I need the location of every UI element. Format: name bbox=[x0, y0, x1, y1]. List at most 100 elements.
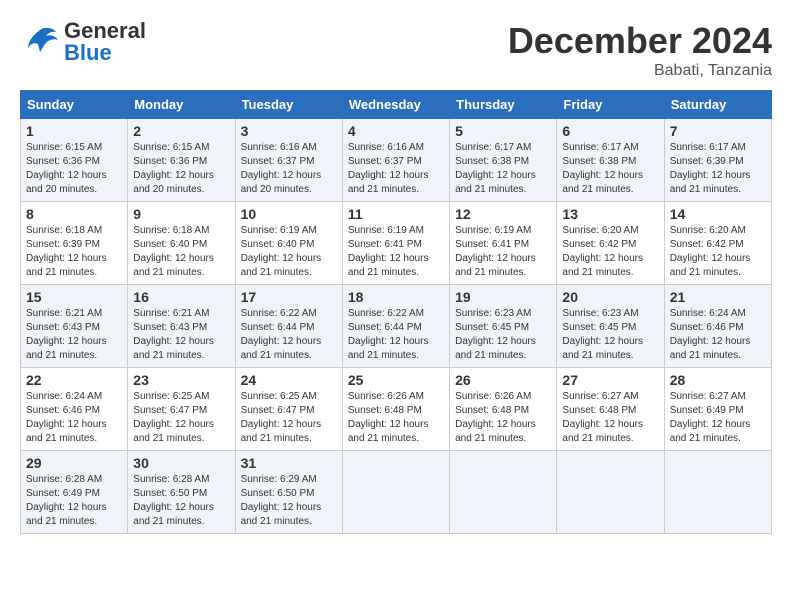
day-info: Sunrise: 6:15 AM Sunset: 6:36 PM Dayligh… bbox=[26, 141, 122, 197]
day-number: 2 bbox=[133, 123, 229, 139]
day-of-week-header: Sunday bbox=[21, 91, 128, 119]
day-number: 21 bbox=[670, 289, 766, 305]
day-number: 28 bbox=[670, 372, 766, 388]
calendar-cell: 29Sunrise: 6:28 AM Sunset: 6:49 PM Dayli… bbox=[21, 451, 128, 534]
calendar-cell: 31Sunrise: 6:29 AM Sunset: 6:50 PM Dayli… bbox=[235, 451, 342, 534]
day-of-week-header: Thursday bbox=[450, 91, 557, 119]
day-info: Sunrise: 6:27 AM Sunset: 6:48 PM Dayligh… bbox=[562, 390, 658, 446]
month-title: December 2024 bbox=[508, 20, 772, 62]
location-title: Babati, Tanzania bbox=[508, 62, 772, 80]
calendar-cell: 8 Sunrise: 6:18 AM Sunset: 6:39 PM Daylig… bbox=[21, 202, 128, 285]
calendar-cell: 9 Sunrise: 6:18 AM Sunset: 6:40 PM Daylig… bbox=[128, 202, 235, 285]
day-number: 18 bbox=[348, 289, 444, 305]
calendar-cell: 30 Sunrise: 6:28 AM Sunset: 6:50 PM Dayli… bbox=[128, 451, 235, 534]
day-info: Sunrise: 6:23 AM Sunset: 6:45 PM Dayligh… bbox=[562, 307, 658, 363]
day-of-week-header: Friday bbox=[557, 91, 664, 119]
day-number: 22 bbox=[26, 372, 122, 388]
day-number: 27 bbox=[562, 372, 658, 388]
day-info: Sunrise: 6:22 AM Sunset: 6:44 PM Dayligh… bbox=[241, 307, 337, 363]
day-of-week-header: Saturday bbox=[664, 91, 771, 119]
day-info: Sunrise: 6:18 AM Sunset: 6:40 PM Dayligh… bbox=[133, 224, 229, 280]
day-number: 3 bbox=[241, 123, 337, 139]
calendar-cell: 13 Sunrise: 6:20 AM Sunset: 6:42 PM Dayli… bbox=[557, 202, 664, 285]
day-number: 30 bbox=[133, 455, 229, 471]
day-info: Sunrise: 6:21 AM Sunset: 6:43 PM Dayligh… bbox=[26, 307, 122, 363]
day-number: 31 bbox=[241, 455, 337, 471]
calendar-cell: 5Sunrise: 6:17 AM Sunset: 6:38 PM Daylig… bbox=[450, 119, 557, 202]
title-block: December 2024 Babati, Tanzania bbox=[508, 20, 772, 80]
day-info: Sunrise: 6:19 AM Sunset: 6:40 PM Dayligh… bbox=[241, 224, 337, 280]
day-info: Sunrise: 6:17 AM Sunset: 6:38 PM Dayligh… bbox=[455, 141, 551, 197]
day-number: 26 bbox=[455, 372, 551, 388]
calendar-cell: 27 Sunrise: 6:27 AM Sunset: 6:48 PM Dayli… bbox=[557, 368, 664, 451]
calendar-table: SundayMondayTuesdayWednesdayThursdayFrid… bbox=[20, 90, 772, 534]
calendar-week-row: 29Sunrise: 6:28 AM Sunset: 6:49 PM Dayli… bbox=[21, 451, 772, 534]
day-number: 24 bbox=[241, 372, 337, 388]
calendar-cell: 19Sunrise: 6:23 AM Sunset: 6:45 PM Dayli… bbox=[450, 285, 557, 368]
calendar-cell: 14Sunrise: 6:20 AM Sunset: 6:42 PM Dayli… bbox=[664, 202, 771, 285]
day-info: Sunrise: 6:25 AM Sunset: 6:47 PM Dayligh… bbox=[133, 390, 229, 446]
day-number: 9 bbox=[133, 206, 229, 222]
calendar-cell: 3Sunrise: 6:16 AM Sunset: 6:37 PM Daylig… bbox=[235, 119, 342, 202]
day-info: Sunrise: 6:23 AM Sunset: 6:45 PM Dayligh… bbox=[455, 307, 551, 363]
day-number: 23 bbox=[133, 372, 229, 388]
day-info: Sunrise: 6:15 AM Sunset: 6:36 PM Dayligh… bbox=[133, 141, 229, 197]
day-info: Sunrise: 6:24 AM Sunset: 6:46 PM Dayligh… bbox=[670, 307, 766, 363]
calendar-cell: 4 Sunrise: 6:16 AM Sunset: 6:37 PM Daylig… bbox=[342, 119, 449, 202]
calendar-cell: 22Sunrise: 6:24 AM Sunset: 6:46 PM Dayli… bbox=[21, 368, 128, 451]
day-info: Sunrise: 6:25 AM Sunset: 6:47 PM Dayligh… bbox=[241, 390, 337, 446]
calendar-week-row: 8 Sunrise: 6:18 AM Sunset: 6:39 PM Daylig… bbox=[21, 202, 772, 285]
day-number: 13 bbox=[562, 206, 658, 222]
day-number: 16 bbox=[133, 289, 229, 305]
calendar-cell: 20 Sunrise: 6:23 AM Sunset: 6:45 PM Dayli… bbox=[557, 285, 664, 368]
day-number: 20 bbox=[562, 289, 658, 305]
calendar-cell bbox=[557, 451, 664, 534]
day-number: 29 bbox=[26, 455, 122, 471]
day-info: Sunrise: 6:18 AM Sunset: 6:39 PM Dayligh… bbox=[26, 224, 122, 280]
logo-blue-text: Blue bbox=[64, 42, 146, 64]
day-number: 4 bbox=[348, 123, 444, 139]
day-info: Sunrise: 6:26 AM Sunset: 6:48 PM Dayligh… bbox=[348, 390, 444, 446]
day-number: 15 bbox=[26, 289, 122, 305]
calendar-cell: 16 Sunrise: 6:21 AM Sunset: 6:43 PM Dayli… bbox=[128, 285, 235, 368]
calendar-cell: 11 Sunrise: 6:19 AM Sunset: 6:41 PM Dayli… bbox=[342, 202, 449, 285]
calendar-cell: 28Sunrise: 6:27 AM Sunset: 6:49 PM Dayli… bbox=[664, 368, 771, 451]
calendar-cell: 26 Sunrise: 6:26 AM Sunset: 6:48 PM Dayli… bbox=[450, 368, 557, 451]
calendar-cell: 23 Sunrise: 6:25 AM Sunset: 6:47 PM Dayli… bbox=[128, 368, 235, 451]
day-number: 25 bbox=[348, 372, 444, 388]
day-of-week-header: Monday bbox=[128, 91, 235, 119]
calendar-cell: 17 Sunrise: 6:22 AM Sunset: 6:44 PM Dayli… bbox=[235, 285, 342, 368]
calendar-cell: 25 Sunrise: 6:26 AM Sunset: 6:48 PM Dayli… bbox=[342, 368, 449, 451]
logo: General Blue bbox=[20, 20, 146, 64]
day-number: 6 bbox=[562, 123, 658, 139]
day-info: Sunrise: 6:22 AM Sunset: 6:44 PM Dayligh… bbox=[348, 307, 444, 363]
calendar-cell: 12 Sunrise: 6:19 AM Sunset: 6:41 PM Dayli… bbox=[450, 202, 557, 285]
calendar-cell bbox=[342, 451, 449, 534]
day-of-week-header: Wednesday bbox=[342, 91, 449, 119]
day-info: Sunrise: 6:19 AM Sunset: 6:41 PM Dayligh… bbox=[348, 224, 444, 280]
day-number: 12 bbox=[455, 206, 551, 222]
day-number: 10 bbox=[241, 206, 337, 222]
day-of-week-header: Tuesday bbox=[235, 91, 342, 119]
day-info: Sunrise: 6:17 AM Sunset: 6:38 PM Dayligh… bbox=[562, 141, 658, 197]
calendar-cell bbox=[450, 451, 557, 534]
logo-general-text: General bbox=[64, 20, 146, 42]
calendar-week-row: 1 Sunrise: 6:15 AM Sunset: 6:36 PM Daylig… bbox=[21, 119, 772, 202]
day-number: 8 bbox=[26, 206, 122, 222]
calendar-cell: 15 Sunrise: 6:21 AM Sunset: 6:43 PM Dayli… bbox=[21, 285, 128, 368]
day-number: 1 bbox=[26, 123, 122, 139]
day-info: Sunrise: 6:16 AM Sunset: 6:37 PM Dayligh… bbox=[348, 141, 444, 197]
day-number: 17 bbox=[241, 289, 337, 305]
calendar-header-row: SundayMondayTuesdayWednesdayThursdayFrid… bbox=[21, 91, 772, 119]
calendar-cell: 6 Sunrise: 6:17 AM Sunset: 6:38 PM Daylig… bbox=[557, 119, 664, 202]
calendar-cell: 21 Sunrise: 6:24 AM Sunset: 6:46 PM Dayli… bbox=[664, 285, 771, 368]
day-info: Sunrise: 6:28 AM Sunset: 6:50 PM Dayligh… bbox=[133, 473, 229, 529]
calendar-cell: 10 Sunrise: 6:19 AM Sunset: 6:40 PM Dayli… bbox=[235, 202, 342, 285]
day-number: 11 bbox=[348, 206, 444, 222]
day-info: Sunrise: 6:21 AM Sunset: 6:43 PM Dayligh… bbox=[133, 307, 229, 363]
day-info: Sunrise: 6:26 AM Sunset: 6:48 PM Dayligh… bbox=[455, 390, 551, 446]
day-number: 7 bbox=[670, 123, 766, 139]
day-info: Sunrise: 6:19 AM Sunset: 6:41 PM Dayligh… bbox=[455, 224, 551, 280]
day-info: Sunrise: 6:20 AM Sunset: 6:42 PM Dayligh… bbox=[670, 224, 766, 280]
day-info: Sunrise: 6:20 AM Sunset: 6:42 PM Dayligh… bbox=[562, 224, 658, 280]
